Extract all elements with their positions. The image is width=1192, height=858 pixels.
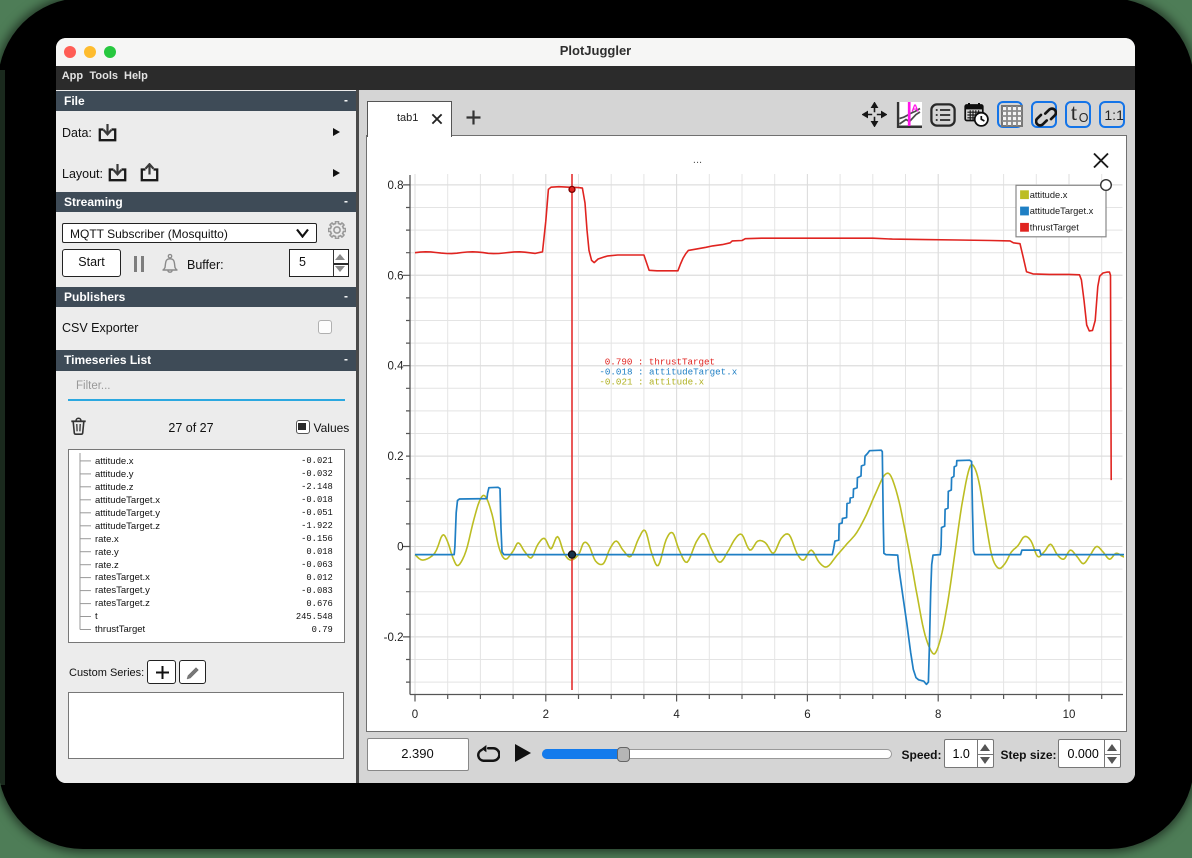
svg-text:attitude.x: attitude.x xyxy=(1030,190,1068,200)
svg-text:4: 4 xyxy=(673,709,680,721)
svg-text:0: 0 xyxy=(397,542,403,554)
svg-text:2: 2 xyxy=(543,709,549,721)
svg-text:0: 0 xyxy=(412,709,418,721)
svg-text:10: 10 xyxy=(1063,709,1076,721)
svg-text:8: 8 xyxy=(935,709,941,721)
svg-text:0.6: 0.6 xyxy=(388,270,404,282)
svg-text:0.8: 0.8 xyxy=(388,180,404,192)
svg-text:-0.2: -0.2 xyxy=(384,632,404,644)
svg-text:-0.021 : attitude.x: -0.021 : attitude.x xyxy=(599,377,704,388)
svg-text:...: ... xyxy=(693,154,702,166)
svg-text:6: 6 xyxy=(804,709,810,721)
svg-text:A: A xyxy=(911,103,919,115)
svg-text:thrustTarget: thrustTarget xyxy=(1030,222,1080,232)
svg-text:0.2: 0.2 xyxy=(388,451,404,463)
svg-text:attitudeTarget.x: attitudeTarget.x xyxy=(1030,206,1094,216)
svg-text:0.4: 0.4 xyxy=(388,361,405,373)
